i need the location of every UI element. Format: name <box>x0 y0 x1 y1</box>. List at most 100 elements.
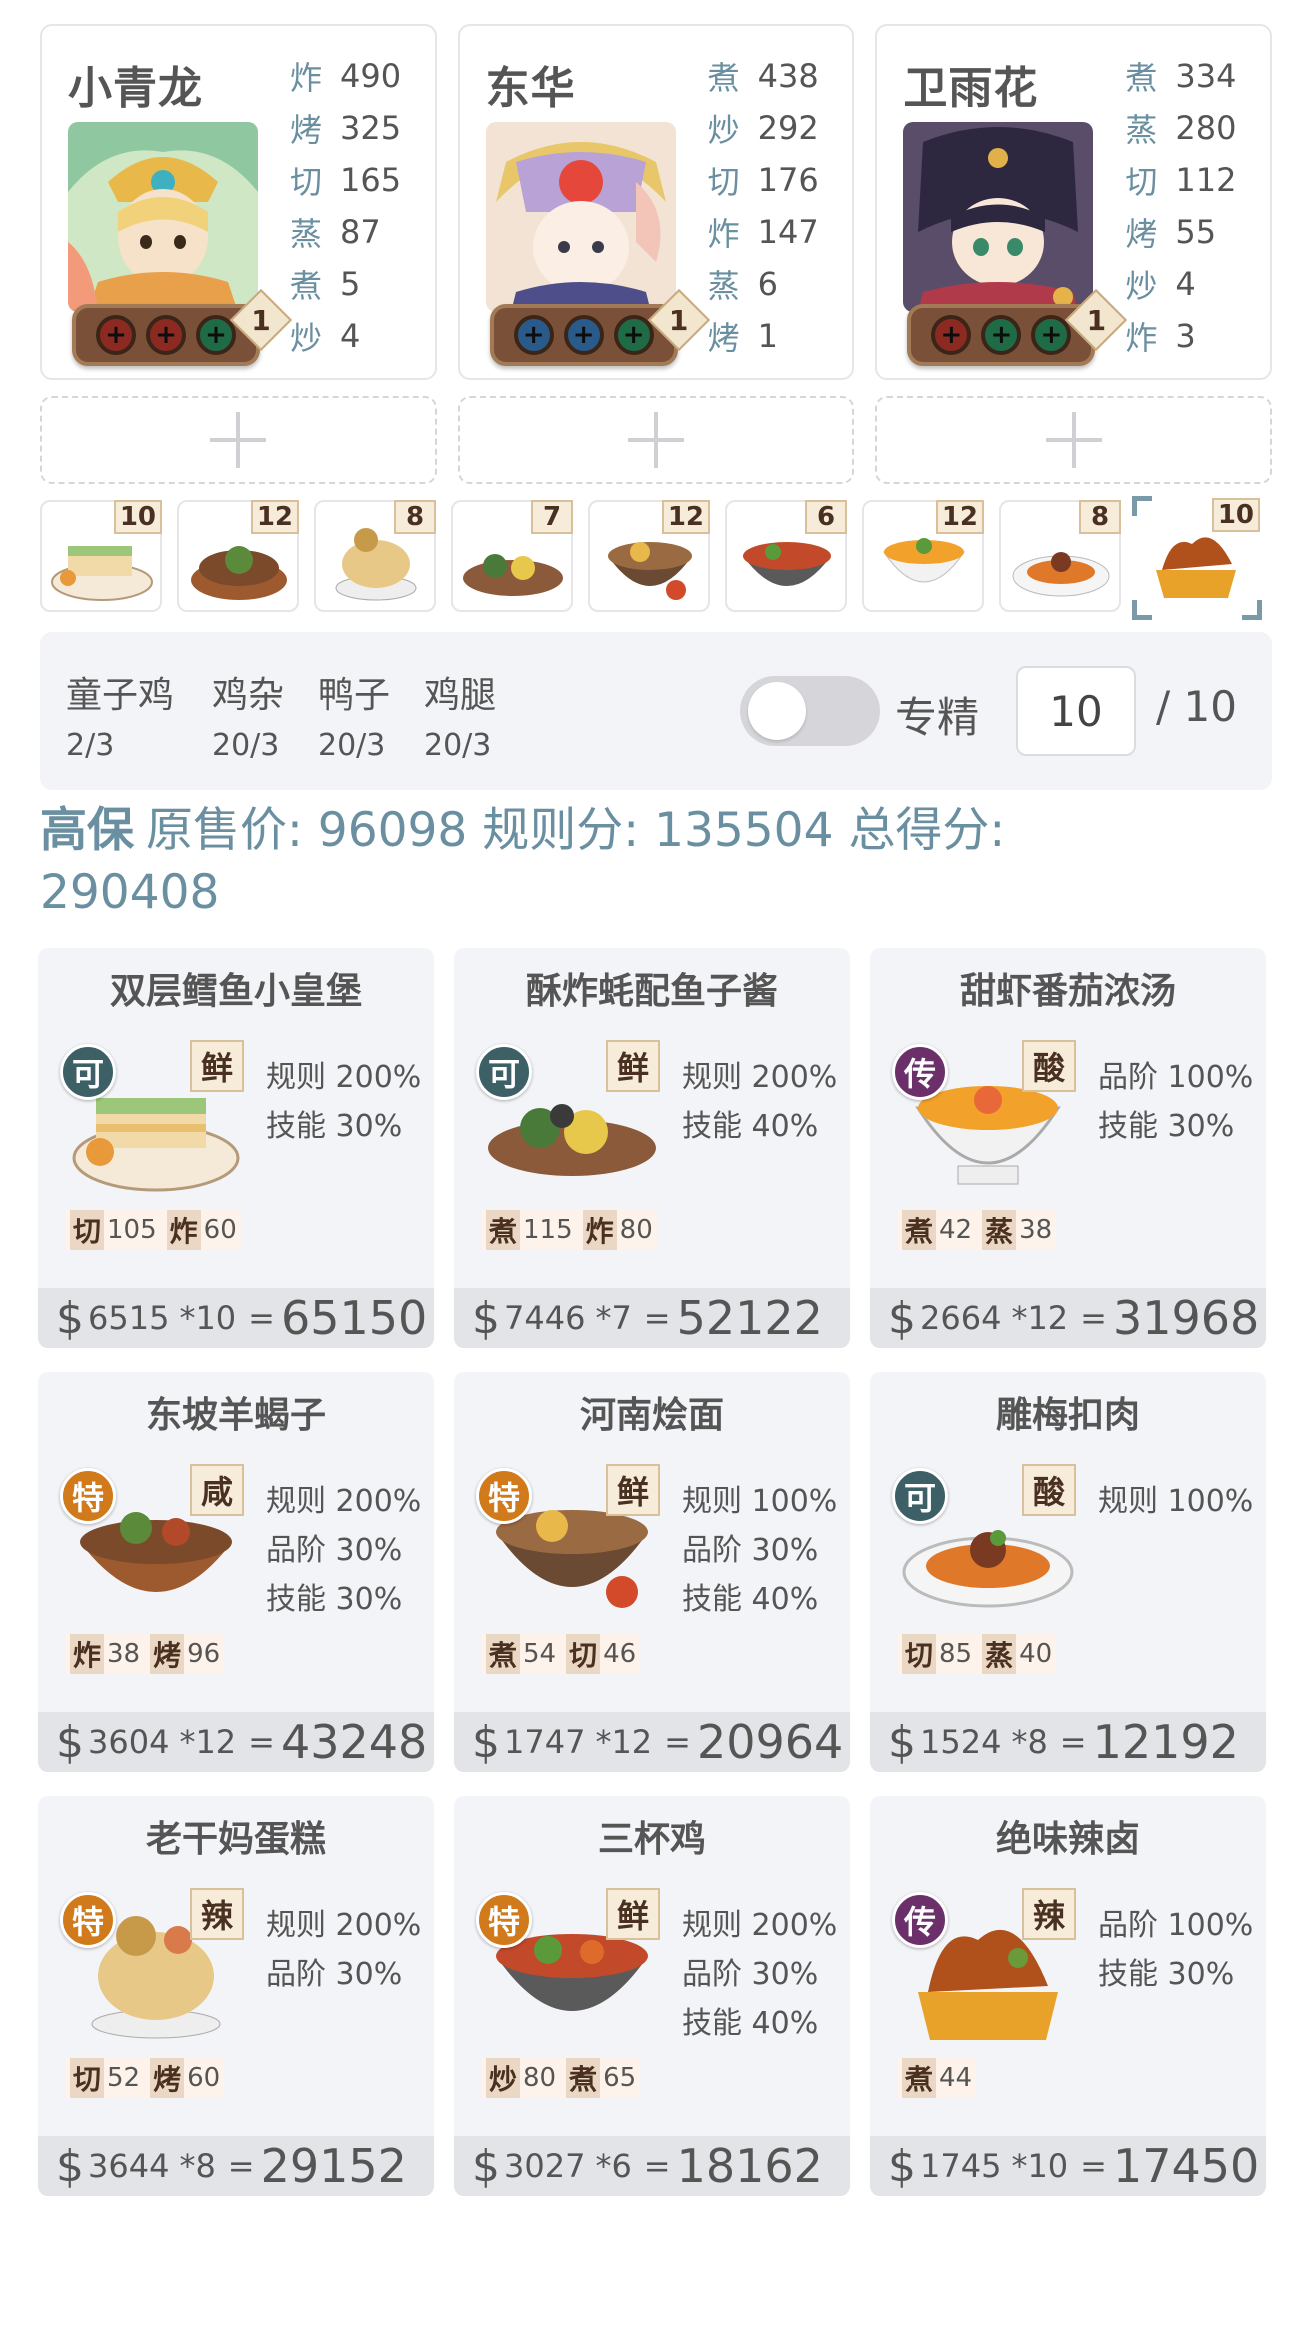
chef-avatar[interactable] <box>485 122 676 312</box>
add-slot-button[interactable] <box>40 396 437 484</box>
equip-slot[interactable]: + <box>981 315 1022 355</box>
equip-slot[interactable]: + <box>931 315 972 355</box>
chef-level: 1 <box>1086 303 1107 337</box>
plus-icon <box>210 412 267 468</box>
quantity-multiplier: *10 <box>179 1299 237 1337</box>
recipe-card[interactable]: 河南烩面 特 鲜 规则 100% 品阶 30% 技能 40% 煮 54 切 46 $ 17… <box>454 1372 850 1772</box>
dish-thumbnail[interactable]: 10 <box>40 500 162 612</box>
equipment-bar[interactable]: + + + <box>72 304 260 366</box>
skill-requirement: 切 85 <box>898 1634 976 1674</box>
dollar-icon: $ <box>472 1292 500 1344</box>
chef-avatar[interactable] <box>68 122 258 312</box>
rule-score: 135504 <box>654 803 834 858</box>
unit-price: 6515 <box>88 1299 170 1337</box>
equip-slot[interactable]: + <box>146 315 186 355</box>
chef-card[interactable]: 小青龙 + + + 1 炸 490 烤 325 切 165 蒸 87 煮 5 炒… <box>40 24 437 380</box>
skill-row: 煮 438 <box>707 57 819 97</box>
recipe-card[interactable]: 雕梅扣肉 可 酸 规则 100% 切 85 蒸 40 $ 1524 *8 = 1219… <box>870 1372 1266 1772</box>
recipe-card[interactable]: 老干妈蛋糕 特 辣 规则 200% 品阶 30% 切 52 烤 60 $ 3644 *8… <box>38 1796 434 2196</box>
rarity-badge: 可 <box>892 1468 948 1524</box>
req-skill-name: 炒 <box>486 2058 521 2098</box>
dish-count: 12 <box>661 500 710 534</box>
dollar-icon: $ <box>472 2140 500 2192</box>
skill-row: 烤1 <box>707 317 779 357</box>
equip-slot[interactable]: + <box>513 315 554 355</box>
add-slot-button[interactable] <box>457 396 855 484</box>
dish-thumbnail-selected[interactable]: 10 <box>1132 496 1262 620</box>
quantity-input[interactable] <box>1016 666 1136 756</box>
chef-avatar[interactable] <box>903 122 1094 312</box>
recipe-total: 65150 <box>280 1291 428 1345</box>
req-skill-value: 42 <box>939 1215 973 1245</box>
quantity-multiplier: *12 <box>1011 1299 1069 1337</box>
dish-thumbnail[interactable]: 8 <box>314 500 436 612</box>
recipe-card[interactable]: 双层鳕鱼小皇堡 可 鲜 规则 200% 技能 30% 切 105 炸 60 $ 6515… <box>38 948 434 1348</box>
req-skill-name: 煮 <box>902 2058 937 2098</box>
dollar-icon: $ <box>56 2140 84 2192</box>
recipe-card[interactable]: 绝味辣卤 传 辣 品阶 100% 技能 30% 煮 44 $ 1745 *10 = … <box>870 1796 1266 2196</box>
recipe-card[interactable]: 东坡羊蝎子 特 咸 规则 200% 品阶 30% 技能 30% 炸 38 烤 96 $ 3… <box>38 1372 434 1772</box>
recipe-name: 双层鳕鱼小皇堡 <box>109 971 362 1012</box>
flavor-tag: 鲜 <box>606 1040 660 1092</box>
recipe-card[interactable]: 甜虾番茄浓汤 传 酸 品阶 100% 技能 30% 煮 42 蒸 38 $ 2664 *… <box>870 948 1266 1348</box>
skill-row: 切 176 <box>707 161 819 201</box>
equipment-bar[interactable]: + + + <box>489 304 678 366</box>
equipment-bar[interactable]: + + + <box>907 304 1096 366</box>
dish-thumbnail[interactable]: 12 <box>862 500 984 612</box>
bonus-list: 规则 200% 技能 30% <box>266 1052 421 1150</box>
unit-price: 1524 <box>920 1723 1002 1761</box>
req-skill-value: 85 <box>939 1639 973 1669</box>
bonus-line: 技能 40% <box>682 1582 819 1617</box>
skill-row: 炒 292 <box>707 109 819 149</box>
dish-thumbnail[interactable]: 12 <box>588 500 710 612</box>
req-skill-value: 60 <box>203 1215 237 1245</box>
req-skill-name: 煮 <box>486 1210 521 1250</box>
recipe-name: 东坡羊蝎子 <box>145 1395 326 1436</box>
price-footer: $ 3027 *6 = 18162 <box>454 2136 850 2196</box>
equip-slot[interactable]: + <box>563 315 604 355</box>
skill-requirement: 煮 44 <box>898 2058 976 2098</box>
chef-card[interactable]: 卫雨花 + + + 1 煮 334 蒸 280 切 112 烤55 炒 4 炸 … <box>875 24 1273 380</box>
recipe-card[interactable]: 三杯鸡 特 鲜 规则 200% 品阶 30% 技能 40% 炒 80 煮 65 $ 302… <box>454 1796 850 2196</box>
dish-thumbnail[interactable]: 8 <box>999 500 1121 612</box>
bonus-list: 规则 200% 品阶 30% 技能 30% <box>266 1476 421 1623</box>
bonus-line: 规则 200% <box>266 1484 422 1519</box>
req-skill-value: 44 <box>939 2063 973 2093</box>
bonus-line: 技能 40% <box>682 2006 819 2041</box>
skill-row: 炸3 <box>1125 317 1196 357</box>
equip-slot[interactable]: + <box>613 315 654 355</box>
chef-skills: 煮 438 炒 292 切 176 炸 147 蒸6 烤1 <box>708 50 819 362</box>
recipe-total: 20964 <box>696 1715 844 1769</box>
dish-count: 10 <box>1211 498 1260 532</box>
unit-price: 3027 <box>504 2147 586 2185</box>
skill-row: 切 112 <box>1125 161 1237 201</box>
recipe-name: 河南烩面 <box>579 1395 724 1436</box>
price-footer: $ 7446 *7 = 52122 <box>454 1288 850 1348</box>
toggle-knob <box>748 682 806 740</box>
equip-slot[interactable]: + <box>96 315 136 355</box>
equals-sign: = <box>643 1299 671 1337</box>
add-slot-button[interactable] <box>875 396 1273 484</box>
dish-thumbnail[interactable]: 12 <box>177 500 299 612</box>
req-skill-value: 52 <box>107 2063 141 2093</box>
equals-sign: = <box>1080 1299 1107 1337</box>
recipe-card[interactable]: 酥炸蚝配鱼子酱 可 鲜 规则 200% 技能 40% 煮 115 炸 80 $ 7446… <box>454 948 850 1348</box>
skill-row: 蒸 280 <box>1125 109 1237 149</box>
material-item: 鸡腿 20/3 <box>424 675 497 763</box>
skill-row: 炒4 <box>290 317 361 357</box>
bonus-line: 规则 200% <box>682 1060 838 1095</box>
dollar-icon: $ <box>56 1292 84 1344</box>
specialize-toggle[interactable] <box>740 676 880 746</box>
dish-thumbnail[interactable]: 6 <box>725 500 847 612</box>
dish-thumbnail-row: 10 12 8 7 12 6 12 8 10 <box>40 496 1280 620</box>
bonus-list: 品阶 100% 技能 30% <box>1098 1052 1253 1150</box>
rarity-badge: 可 <box>60 1044 116 1100</box>
price-footer: $ 3644 *8 = 29152 <box>38 2136 434 2196</box>
skill-requirement: 炒 80 <box>482 2058 560 2098</box>
total-score: 290408 <box>40 865 220 920</box>
add-chef-row <box>40 396 1273 484</box>
flavor-tag: 辣 <box>190 1888 244 1940</box>
chef-card[interactable]: 东华 + + + 1 煮 438 炒 292 切 176 炸 147 蒸 6 烤… <box>457 24 855 380</box>
dish-count: 10 <box>113 500 162 534</box>
dish-thumbnail[interactable]: 7 <box>451 500 573 612</box>
